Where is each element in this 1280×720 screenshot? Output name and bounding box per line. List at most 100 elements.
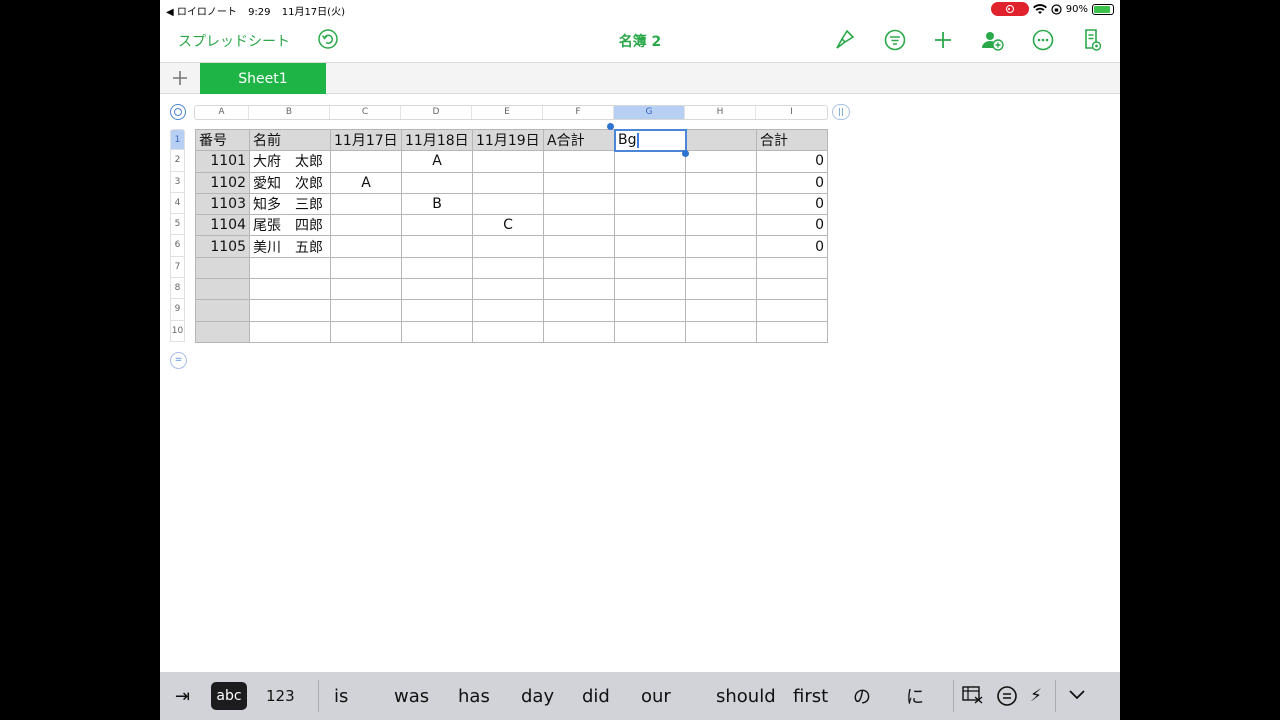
- column-header-c[interactable]: C: [330, 106, 401, 119]
- quick-action-lightning-icon[interactable]: ⚡: [1030, 672, 1042, 720]
- cell-d6[interactable]: [401, 235, 473, 258]
- cell-e6[interactable]: [472, 235, 544, 258]
- cell-b9[interactable]: [249, 299, 331, 322]
- cell-d9[interactable]: [401, 299, 473, 322]
- suggestion-item[interactable]: was: [394, 672, 429, 720]
- header-cell-g[interactable]: Bg: [613, 128, 687, 152]
- back-to-app-link[interactable]: ◀ ロイロノート: [166, 7, 237, 18]
- cell-b3[interactable]: 愛知 次郎: [249, 171, 331, 194]
- cell-i3[interactable]: 0: [756, 171, 828, 194]
- suggestion-item[interactable]: should: [716, 672, 776, 720]
- cell-h9[interactable]: [685, 299, 757, 322]
- cell-c7[interactable]: [330, 256, 402, 280]
- cell-i6[interactable]: 0: [756, 235, 828, 258]
- header-cell-a[interactable]: 番号: [195, 128, 250, 152]
- suggestion-item[interactable]: did: [582, 672, 610, 720]
- header-cell-i[interactable]: 合計: [756, 128, 828, 152]
- cell-a5[interactable]: 1104: [195, 214, 250, 237]
- column-header-i[interactable]: I: [756, 106, 827, 119]
- cell-f9[interactable]: [543, 299, 615, 322]
- cell-h7[interactable]: [685, 256, 757, 280]
- add-sheet-icon[interactable]: [170, 68, 190, 88]
- cell-a8[interactable]: [195, 278, 250, 301]
- cell-f3[interactable]: [543, 171, 615, 194]
- cell-b8[interactable]: [249, 278, 331, 301]
- cell-d3[interactable]: [401, 171, 473, 194]
- more-options-icon[interactable]: [1031, 28, 1055, 52]
- row-header-5[interactable]: 5: [170, 214, 185, 236]
- format-brush-icon[interactable]: [833, 28, 857, 52]
- cell-c2[interactable]: [330, 150, 402, 173]
- column-header-a[interactable]: A: [195, 106, 249, 119]
- tab-key[interactable]: ⇥: [175, 672, 190, 720]
- cell-f4[interactable]: [543, 192, 615, 216]
- suggestion-item[interactable]: に: [906, 672, 924, 720]
- row-header-2[interactable]: 2: [170, 150, 185, 172]
- cell-h6[interactable]: [685, 235, 757, 258]
- header-cell-c[interactable]: 11月17日: [330, 128, 402, 152]
- cell-i8[interactable]: [756, 278, 828, 301]
- cell-d4[interactable]: B: [401, 192, 473, 216]
- cell-g4[interactable]: [614, 192, 686, 216]
- cell-i7[interactable]: [756, 256, 828, 280]
- header-cell-h[interactable]: [685, 128, 757, 152]
- cell-i2[interactable]: 0: [756, 150, 828, 173]
- cell-c6[interactable]: [330, 235, 402, 258]
- cell-b2[interactable]: 大府 太郎: [249, 150, 331, 173]
- cell-b4[interactable]: 知多 三郎: [249, 192, 331, 216]
- back-to-spreadsheets-button[interactable]: スプレッドシート: [178, 31, 290, 51]
- formula-icon[interactable]: [996, 685, 1018, 707]
- cell-b5[interactable]: 尾張 四郎: [249, 214, 331, 237]
- column-header-e[interactable]: E: [472, 106, 543, 119]
- add-row-handle[interactable]: =: [170, 352, 187, 369]
- cell-g9[interactable]: [614, 299, 686, 322]
- table-select-handle[interactable]: [170, 104, 186, 120]
- undo-icon[interactable]: [318, 29, 338, 49]
- cell-c5[interactable]: [330, 214, 402, 237]
- cell-a7[interactable]: [195, 256, 250, 280]
- cell-a6[interactable]: 1105: [195, 235, 250, 258]
- cell-h5[interactable]: [685, 214, 757, 237]
- cell-f5[interactable]: [543, 214, 615, 237]
- row-header-7[interactable]: 7: [170, 256, 185, 279]
- cell-d10[interactable]: [401, 320, 473, 343]
- sheet-tab-sheet1[interactable]: Sheet1: [200, 63, 326, 94]
- column-header-h[interactable]: H: [685, 106, 756, 119]
- cell-g5[interactable]: [614, 214, 686, 237]
- cell-c8[interactable]: [330, 278, 402, 301]
- cell-e3[interactable]: [472, 171, 544, 194]
- suggestion-item[interactable]: day: [521, 672, 554, 720]
- header-cell-b[interactable]: 名前: [249, 128, 331, 152]
- row-header-8[interactable]: 8: [170, 278, 185, 300]
- cell-i10[interactable]: [756, 320, 828, 343]
- cell-f6[interactable]: [543, 235, 615, 258]
- cell-b6[interactable]: 美川 五郎: [249, 235, 331, 258]
- cell-d7[interactable]: [401, 256, 473, 280]
- cell-g3[interactable]: [614, 171, 686, 194]
- cell-c4[interactable]: [330, 192, 402, 216]
- insert-plus-icon[interactable]: [931, 28, 955, 52]
- cell-e9[interactable]: [472, 299, 544, 322]
- screen-recording-indicator[interactable]: [990, 2, 1029, 16]
- cell-a4[interactable]: 1103: [195, 192, 250, 216]
- cell-f7[interactable]: [543, 256, 615, 280]
- cell-e5[interactable]: C: [472, 214, 544, 237]
- cell-g7[interactable]: [614, 256, 686, 280]
- suggestion-item[interactable]: first: [793, 672, 828, 720]
- header-cell-d[interactable]: 11月18日: [401, 128, 473, 152]
- cell-i9[interactable]: [756, 299, 828, 322]
- column-header-b[interactable]: B: [249, 106, 330, 119]
- cell-h2[interactable]: [685, 150, 757, 173]
- cell-h8[interactable]: [685, 278, 757, 301]
- number-mode-button[interactable]: 123: [266, 672, 295, 720]
- cell-d2[interactable]: A: [401, 150, 473, 173]
- cell-f10[interactable]: [543, 320, 615, 343]
- cell-c9[interactable]: [330, 299, 402, 322]
- row-header-6[interactable]: 6: [170, 235, 185, 257]
- cell-b10[interactable]: [249, 320, 331, 343]
- cell-g2[interactable]: [614, 150, 686, 173]
- cell-i5[interactable]: 0: [756, 214, 828, 237]
- cell-h4[interactable]: [685, 192, 757, 216]
- add-column-handle[interactable]: ||: [832, 104, 850, 120]
- row-header-4[interactable]: 4: [170, 192, 185, 215]
